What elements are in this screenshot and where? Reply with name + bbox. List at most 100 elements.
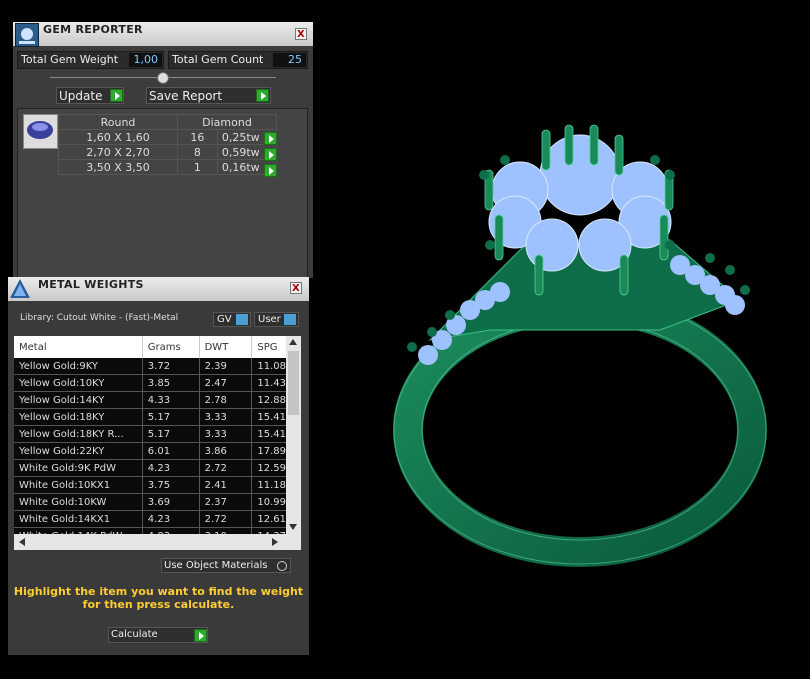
vertical-scrollbar[interactable] bbox=[286, 336, 301, 534]
dwt-cell: 2.47 bbox=[199, 374, 253, 392]
scroll-right-icon[interactable] bbox=[272, 538, 278, 546]
scroll-up-icon[interactable] bbox=[289, 339, 297, 345]
gem-size: 1,60 X 1,60 bbox=[58, 129, 178, 145]
gem-row-select-button[interactable] bbox=[264, 132, 277, 145]
gem-material-header: Diamond bbox=[177, 114, 277, 130]
column-header-grams[interactable]: Grams bbox=[142, 336, 200, 358]
gem-row[interactable]: 1,60 X 1,60 16 0,25tw bbox=[58, 129, 278, 145]
metal-name-cell: White Gold:10KX1 bbox=[14, 476, 143, 494]
gv-label: GV bbox=[217, 314, 232, 325]
metal-name-cell: White Gold:14KX1 bbox=[14, 510, 143, 528]
metal-row[interactable]: White Gold:9K PdW 4.23 2.72 12.59 bbox=[14, 459, 292, 477]
total-gem-weight-field: Total Gem Weight 1,00 bbox=[17, 51, 164, 69]
gem-count: 1 bbox=[177, 159, 218, 175]
gem-reporter-title: GEM REPORTER bbox=[43, 23, 143, 36]
dwt-cell: 2.39 bbox=[199, 358, 253, 375]
total-gem-weight-value: 1,00 bbox=[129, 53, 162, 67]
update-button[interactable]: Update bbox=[56, 87, 124, 104]
user-toggle-icon bbox=[284, 314, 296, 325]
total-gem-weight-label: Total Gem Weight bbox=[21, 53, 119, 66]
gem-row-select-button[interactable] bbox=[264, 148, 277, 161]
metal-name-cell: Yellow Gold:22KY bbox=[14, 442, 143, 460]
gem-count: 16 bbox=[177, 129, 218, 145]
metal-row[interactable]: Yellow Gold:18KY R... 5.17 3.33 15.41 bbox=[14, 425, 292, 443]
total-gem-count-value: 25 bbox=[273, 53, 306, 67]
metal-row[interactable]: White Gold:14KX1 4.23 2.72 12.61 bbox=[14, 510, 292, 528]
use-object-materials-label: Use Object Materials bbox=[164, 560, 268, 571]
gv-toggle[interactable]: GV bbox=[213, 312, 251, 327]
metal-row[interactable]: White Gold:10KX1 3.75 2.41 11.18 bbox=[14, 476, 292, 494]
column-header-metal[interactable]: Metal bbox=[14, 336, 143, 358]
round-gem-thumbnail[interactable] bbox=[23, 114, 58, 149]
horizontal-scrollbar[interactable] bbox=[14, 534, 301, 550]
viewport-3d[interactable] bbox=[320, 0, 810, 676]
gem-size: 2,70 X 2,70 bbox=[58, 144, 178, 160]
dwt-cell: 2.78 bbox=[199, 391, 253, 409]
metal-name-cell: White Gold:10KW bbox=[14, 493, 143, 511]
gem-reporter-close-button[interactable]: X bbox=[295, 28, 307, 40]
save-report-play-icon bbox=[256, 89, 269, 102]
grams-cell: 6.01 bbox=[142, 442, 200, 460]
grams-cell: 3.72 bbox=[142, 358, 200, 375]
save-report-label: Save Report bbox=[149, 89, 223, 103]
calculate-label: Calculate bbox=[111, 629, 158, 640]
scroll-thumb[interactable] bbox=[288, 351, 299, 415]
grams-cell: 4.23 bbox=[142, 459, 200, 477]
gem-table: Round Diamond 1,60 X 1,60 16 0,25tw 2,70… bbox=[58, 114, 278, 175]
hint-line-1: Highlight the item you want to find the … bbox=[13, 585, 304, 598]
grams-cell: 4.33 bbox=[142, 391, 200, 409]
dwt-cell: 3.86 bbox=[199, 442, 253, 460]
round-gem-icon bbox=[27, 121, 53, 139]
use-object-materials-radio-icon bbox=[277, 561, 287, 571]
calculate-play-icon bbox=[194, 629, 207, 642]
metal-row[interactable]: Yellow Gold:10KY 3.85 2.47 11.43 bbox=[14, 374, 292, 392]
metal-row[interactable]: Yellow Gold:22KY 6.01 3.86 17.89 bbox=[14, 442, 292, 460]
library-label: Library: Cutout White - (Fast)-Metal bbox=[20, 313, 179, 323]
metal-name-cell: Yellow Gold:18KY bbox=[14, 408, 143, 426]
splitter-handle-icon[interactable] bbox=[157, 72, 169, 84]
metal-row[interactable]: White Gold:10KW 3.69 2.37 10.99 bbox=[14, 493, 292, 511]
scroll-down-icon[interactable] bbox=[289, 524, 297, 530]
gem-size: 3,50 X 3,50 bbox=[58, 159, 178, 175]
metal-table: Metal Grams DWT SPG Yellow Gold:9KY 3.72 2… bbox=[14, 336, 292, 534]
scroll-left-icon[interactable] bbox=[19, 538, 25, 546]
user-toggle[interactable]: User bbox=[254, 312, 299, 327]
update-label: Update bbox=[59, 89, 103, 103]
hint-line-2: for then press calculate. bbox=[82, 598, 235, 611]
metal-row[interactable]: Yellow Gold:18KY 5.17 3.33 15.41 bbox=[14, 408, 292, 426]
metal-name-cell: White Gold:9K PdW bbox=[14, 459, 143, 477]
update-play-icon bbox=[110, 89, 123, 102]
grams-cell: 3.69 bbox=[142, 493, 200, 511]
calculate-button[interactable]: Calculate bbox=[108, 627, 208, 643]
column-header-dwt[interactable]: DWT bbox=[199, 336, 253, 358]
total-gem-count-field: Total Gem Count 25 bbox=[168, 51, 308, 69]
grams-cell: 5.17 bbox=[142, 425, 200, 443]
use-object-materials-toggle[interactable]: Use Object Materials bbox=[161, 558, 291, 573]
gem-reporter-app-icon bbox=[15, 23, 39, 47]
grams-cell: 3.85 bbox=[142, 374, 200, 392]
metal-name-cell: Yellow Gold:14KY bbox=[14, 391, 143, 409]
metal-name-cell: Yellow Gold:10KY bbox=[14, 374, 143, 392]
dwt-cell: 3.33 bbox=[199, 408, 253, 426]
gem-count: 8 bbox=[177, 144, 218, 160]
dwt-cell: 2.37 bbox=[199, 493, 253, 511]
metal-weights-title: METAL WEIGHTS bbox=[38, 278, 144, 291]
metal-row[interactable]: Yellow Gold:14KY 4.33 2.78 12.88 bbox=[14, 391, 292, 409]
user-label: User bbox=[258, 314, 281, 325]
grams-cell: 3.75 bbox=[142, 476, 200, 494]
grams-cell: 5.17 bbox=[142, 408, 200, 426]
metal-row[interactable]: Yellow Gold:9KY 3.72 2.39 11.08 bbox=[14, 358, 292, 375]
metal-table-container: Metal Grams DWT SPG Yellow Gold:9KY 3.72 2… bbox=[14, 336, 301, 534]
save-report-button[interactable]: Save Report bbox=[146, 87, 271, 104]
total-gem-count-label: Total Gem Count bbox=[172, 53, 264, 66]
dwt-cell: 2.72 bbox=[199, 459, 253, 477]
grams-cell: 4.23 bbox=[142, 510, 200, 528]
dwt-cell: 2.41 bbox=[199, 476, 253, 494]
metal-name-cell: Yellow Gold:18KY R... bbox=[14, 425, 143, 443]
gem-row[interactable]: 3,50 X 3,50 1 0,16tw bbox=[58, 159, 278, 175]
ring-model bbox=[393, 124, 767, 567]
gem-row-select-button[interactable] bbox=[264, 164, 277, 177]
hint-text: Highlight the item you want to find the … bbox=[8, 585, 309, 611]
metal-weights-close-button[interactable]: X bbox=[290, 282, 302, 294]
gem-row[interactable]: 2,70 X 2,70 8 0,59tw bbox=[58, 144, 278, 160]
